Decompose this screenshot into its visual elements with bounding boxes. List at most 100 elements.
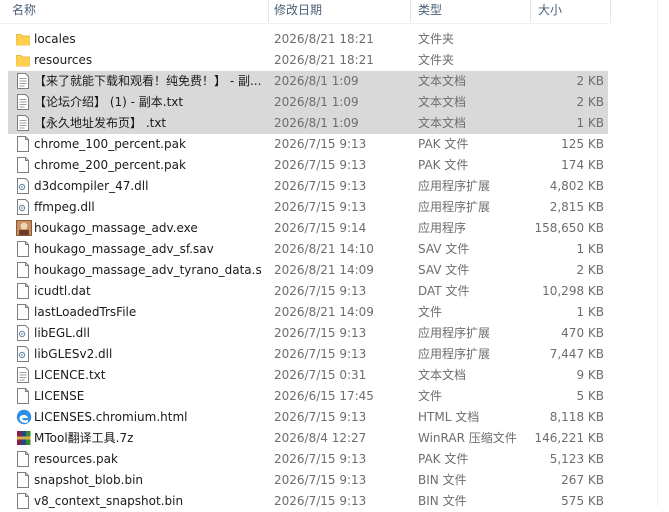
file-modified-date: 2026/7/15 9:14: [274, 221, 367, 235]
file-size: 10,298 KB: [542, 284, 604, 298]
file-modified-date: 2026/7/15 9:13: [274, 284, 367, 298]
file-type: HTML 文档: [418, 410, 480, 424]
file-row[interactable]: locales 2026/8/21 18:21 文件夹: [8, 29, 608, 50]
selected-file-row[interactable]: 【永久地址发布页】 .txt 2026/8/1 1:09 文本文档 1 KB: [8, 113, 608, 134]
file-row[interactable]: chrome_100_percent.pak 2026/7/15 9:13 PAK …: [8, 134, 608, 155]
file-name: 【论坛介绍】 (1) - 副本.txt: [34, 95, 184, 109]
file-row[interactable]: v8_context_snapshot.bin 2026/7/15 9:13 BIN…: [8, 491, 608, 512]
file-size: [528, 29, 604, 50]
blank-file-icon: [16, 283, 30, 299]
file-row[interactable]: LICENSE 2026/6/15 17:45 文件 5 KB: [8, 386, 608, 407]
file-name: ffmpeg.dll: [34, 200, 95, 214]
file-name: lastLoadedTrsFile: [34, 305, 137, 319]
file-modified-date: 2026/6/15 17:45: [274, 389, 374, 403]
file-type: DAT 文件: [418, 284, 470, 298]
file-name: libEGL.dll: [34, 326, 90, 340]
header-divider: [0, 23, 612, 24]
file-row[interactable]: libEGL.dll 2026/7/15 9:13 应用程序扩展 470 KB: [8, 323, 608, 344]
dll-file-icon: [16, 199, 30, 215]
dll-file-icon: [16, 346, 30, 362]
file-row[interactable]: resources 2026/8/21 18:21 文件夹: [8, 50, 608, 71]
file-name: LICENSES.chromium.html: [34, 410, 188, 424]
file-size: 267 KB: [561, 473, 604, 487]
file-row[interactable]: d3dcompiler_47.dll 2026/7/15 9:13 应用程序扩展 4,…: [8, 176, 608, 197]
file-row[interactable]: libGLESv2.dll 2026/7/15 9:13 应用程序扩展 7,447 K…: [8, 344, 608, 365]
file-name: houkago_massage_adv_sf.sav: [34, 242, 214, 256]
file-modified-date: 2026/7/15 0:31: [274, 368, 367, 382]
file-modified-date: 2026/8/1 1:09: [274, 74, 359, 88]
file-size: 8,118 KB: [549, 410, 604, 424]
file-row[interactable]: ffmpeg.dll 2026/7/15 9:13 应用程序扩展 2,815 KB: [8, 197, 608, 218]
blank-file-icon: [16, 493, 30, 509]
file-row[interactable]: MTool翻译工具.7z 2026/8/4 12:27 WinRAR 压缩文件 146…: [8, 428, 608, 449]
column-resize-handle[interactable]: [410, 0, 411, 22]
file-modified-date: 2026/7/15 9:13: [274, 200, 367, 214]
file-name: resources.pak: [34, 452, 118, 466]
column-resize-handle[interactable]: [530, 0, 531, 22]
file-row[interactable]: icudtl.dat 2026/7/15 9:13 DAT 文件 10,298 KB: [8, 281, 608, 302]
file-name: 【永久地址发布页】 .txt: [34, 116, 167, 130]
file-row[interactable]: resources.pak 2026/7/15 9:13 PAK 文件 5,123 K…: [8, 449, 608, 470]
file-type: 文本文档: [418, 74, 467, 88]
file-type: 应用程序扩展: [418, 326, 491, 340]
file-row[interactable]: LICENSES.chromium.html 2026/7/15 9:13 HTML…: [8, 407, 608, 428]
file-modified-date: 2026/7/15 9:13: [274, 347, 367, 361]
file-size: 1 KB: [576, 242, 604, 256]
file-size: 174 KB: [561, 158, 604, 172]
file-size: 125 KB: [561, 137, 604, 151]
file-modified-date: 2026/8/21 14:10: [274, 242, 374, 256]
text-file-icon: [16, 73, 30, 89]
selected-file-row[interactable]: 【论坛介绍】 (1) - 副本.txt 2026/8/1 1:09 文本文档 2 KB: [8, 92, 608, 113]
column-resize-handle[interactable]: [610, 0, 611, 22]
file-type: 文件: [418, 389, 443, 403]
file-name: LICENCE.txt: [34, 368, 106, 382]
file-type: WinRAR 压缩文件: [418, 431, 517, 445]
column-header-modified[interactable]: 修改日期: [274, 0, 322, 22]
file-type: SAV 文件: [418, 263, 470, 277]
file-row[interactable]: houkago_massage_adv.exe 2026/7/15 9:14 应用程…: [8, 218, 608, 239]
column-header-size[interactable]: 大小: [538, 0, 562, 22]
file-modified-date: 2026/7/15 9:13: [274, 179, 367, 193]
file-type: 文本文档: [418, 368, 467, 382]
file-modified-date: 2026/8/1 1:09: [274, 116, 359, 130]
app-exe-icon: [16, 220, 32, 236]
column-header-type[interactable]: 类型: [418, 0, 442, 22]
file-row[interactable]: houkago_massage_adv_tyrano_data.s... 2026…: [8, 260, 608, 281]
file-modified-date: 2026/8/4 12:27: [274, 431, 367, 445]
file-type: PAK 文件: [418, 137, 469, 151]
blank-file-icon: [16, 304, 30, 320]
file-name: snapshot_blob.bin: [34, 473, 144, 487]
file-size: 7,447 KB: [549, 347, 604, 361]
file-modified-date: 2026/7/15 9:13: [274, 452, 367, 466]
blank-file-icon: [16, 451, 30, 467]
column-resize-handle[interactable]: [268, 0, 269, 22]
file-name: chrome_100_percent.pak: [34, 137, 186, 151]
file-row[interactable]: LICENCE.txt 2026/7/15 0:31 文本文档 9 KB: [8, 365, 608, 386]
file-modified-date: 2026/7/15 9:13: [274, 137, 367, 151]
file-row[interactable]: chrome_200_percent.pak 2026/7/15 9:13 PAK …: [8, 155, 608, 176]
file-modified-date: 2026/8/21 14:09: [274, 305, 374, 319]
file-modified-date: 2026/8/21 14:09: [274, 263, 374, 277]
file-modified-date: 2026/7/15 9:13: [274, 158, 367, 172]
file-size: 146,221 KB: [534, 431, 604, 445]
file-size: 5 KB: [576, 389, 604, 403]
file-size: 1 KB: [576, 116, 604, 130]
file-type: 应用程序扩展: [418, 347, 491, 361]
file-size: 2 KB: [576, 95, 604, 109]
file-row[interactable]: lastLoadedTrsFile 2026/8/21 14:09 文件 1 KB: [8, 302, 608, 323]
file-name: MTool翻译工具.7z: [34, 431, 134, 445]
file-row[interactable]: snapshot_blob.bin 2026/7/15 9:13 BIN 文件 267…: [8, 470, 608, 491]
selected-file-row[interactable]: 【来了就能下载和观看！纯免费！】 - 副... 2026/8/1 1:09 文本文档…: [8, 71, 608, 92]
file-row[interactable]: houkago_massage_adv_sf.sav 2026/8/21 14:1…: [8, 239, 608, 260]
file-type: SAV 文件: [418, 242, 470, 256]
file-type: PAK 文件: [418, 158, 469, 172]
file-name: d3dcompiler_47.dll: [34, 179, 149, 193]
file-size: 9 KB: [576, 368, 604, 382]
vertical-scrollbar[interactable]: [657, 0, 669, 506]
file-modified-date: 2026/8/1 1:09: [274, 95, 359, 109]
file-name: v8_context_snapshot.bin: [34, 494, 184, 508]
file-name: locales: [34, 32, 76, 46]
column-header-name[interactable]: 名称: [12, 0, 36, 22]
file-type: 文本文档: [418, 95, 467, 109]
file-type: 应用程序扩展: [418, 179, 491, 193]
